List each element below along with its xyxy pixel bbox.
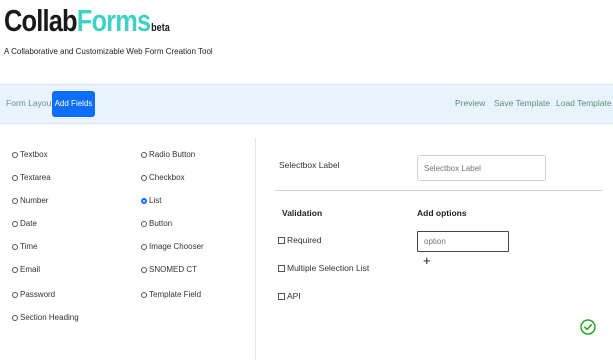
radio-icon: [12, 266, 18, 273]
api-checkbox[interactable]: API: [278, 291, 301, 301]
field-list[interactable]: List: [141, 196, 161, 205]
field-section-heading[interactable]: Section Heading: [12, 313, 79, 322]
radio-icon: [12, 243, 18, 250]
radio-icon: [141, 266, 147, 273]
validation-heading: Validation: [282, 208, 323, 218]
checkbox-icon: [278, 264, 285, 272]
field-label: Image Chooser: [149, 242, 204, 251]
field-label: SNOMED CT: [149, 265, 197, 274]
form-layout-tab[interactable]: Form Layout: [6, 94, 54, 112]
radio-icon: [12, 197, 18, 204]
field-label: Checkbox: [149, 173, 185, 182]
field-label: Password: [20, 290, 56, 299]
radio-icon: [141, 243, 147, 250]
field-label: Date: [20, 219, 37, 228]
checkbox-label: Multiple Selection List: [287, 263, 370, 273]
load-template-button[interactable]: Load Template: [556, 94, 612, 112]
radio-icon: [141, 220, 147, 227]
preview-button[interactable]: Preview: [455, 94, 485, 112]
field-label: Number: [20, 196, 49, 205]
field-label: Template Field: [149, 290, 202, 299]
field-password[interactable]: Password: [12, 290, 55, 299]
required-checkbox[interactable]: Required: [278, 235, 322, 245]
field-checkbox[interactable]: Checkbox: [141, 173, 185, 182]
checkbox-label: Required: [287, 235, 322, 245]
field-label: Section Heading: [20, 313, 79, 322]
radio-icon: [141, 174, 147, 181]
field-template-field[interactable]: Template Field: [141, 290, 201, 299]
option-input[interactable]: [417, 231, 509, 252]
divider: [275, 190, 602, 191]
toolbar: Form Layout Add Fields Preview Save Temp…: [0, 84, 613, 124]
field-label: Email: [20, 265, 41, 274]
check-circle-icon[interactable]: [580, 319, 596, 335]
field-button[interactable]: Button: [141, 219, 172, 228]
field-image-chooser[interactable]: Image Chooser: [141, 242, 204, 251]
plus-icon[interactable]: +: [423, 254, 431, 267]
field-time[interactable]: Time: [12, 242, 37, 251]
field-label: Textarea: [20, 173, 51, 182]
radio-icon: [12, 314, 18, 321]
radio-icon: [12, 151, 18, 158]
checkbox-icon: [278, 236, 285, 244]
checkbox-label: API: [287, 291, 301, 301]
field-email[interactable]: Email: [12, 265, 40, 274]
logo-forms: Forms: [76, 3, 151, 38]
logo: CollabFormsbeta: [4, 2, 170, 47]
field-label: Button: [149, 219, 173, 228]
field-radio-button[interactable]: Radio Button: [141, 150, 195, 159]
field-label: Textbox: [20, 150, 48, 159]
beta-label: beta: [151, 22, 170, 34]
radio-icon: [141, 291, 147, 298]
logo-collab: Collab: [4, 3, 78, 38]
add-options-heading: Add options: [417, 208, 467, 218]
add-fields-tab[interactable]: Add Fields: [52, 91, 95, 117]
field-number[interactable]: Number: [12, 196, 48, 205]
tagline: A Collaborative and Customizable Web For…: [4, 47, 213, 56]
field-snomed-ct[interactable]: SNOMED CT: [141, 265, 197, 274]
checkbox-icon: [278, 292, 285, 300]
field-textbox[interactable]: Textbox: [12, 150, 48, 159]
field-textarea[interactable]: Textarea: [12, 173, 51, 182]
field-label: Time: [20, 242, 38, 251]
field-label: List: [149, 196, 162, 205]
field-date[interactable]: Date: [12, 219, 37, 228]
field-label: Radio Button: [149, 150, 196, 159]
panel-divider: [255, 138, 256, 360]
radio-icon: [12, 174, 18, 181]
multiple-selection-checkbox[interactable]: Multiple Selection List: [278, 263, 369, 273]
selectbox-label-heading: Selectbox Label: [279, 160, 340, 170]
brand-logo: CollabFormsbeta: [4, 2, 206, 47]
radio-icon: [12, 291, 18, 298]
radio-icon: [12, 220, 18, 227]
radio-selected-icon: [141, 197, 147, 204]
radio-icon: [141, 151, 147, 158]
selectbox-label-input[interactable]: [417, 155, 546, 181]
save-template-button[interactable]: Save Template: [494, 94, 550, 112]
